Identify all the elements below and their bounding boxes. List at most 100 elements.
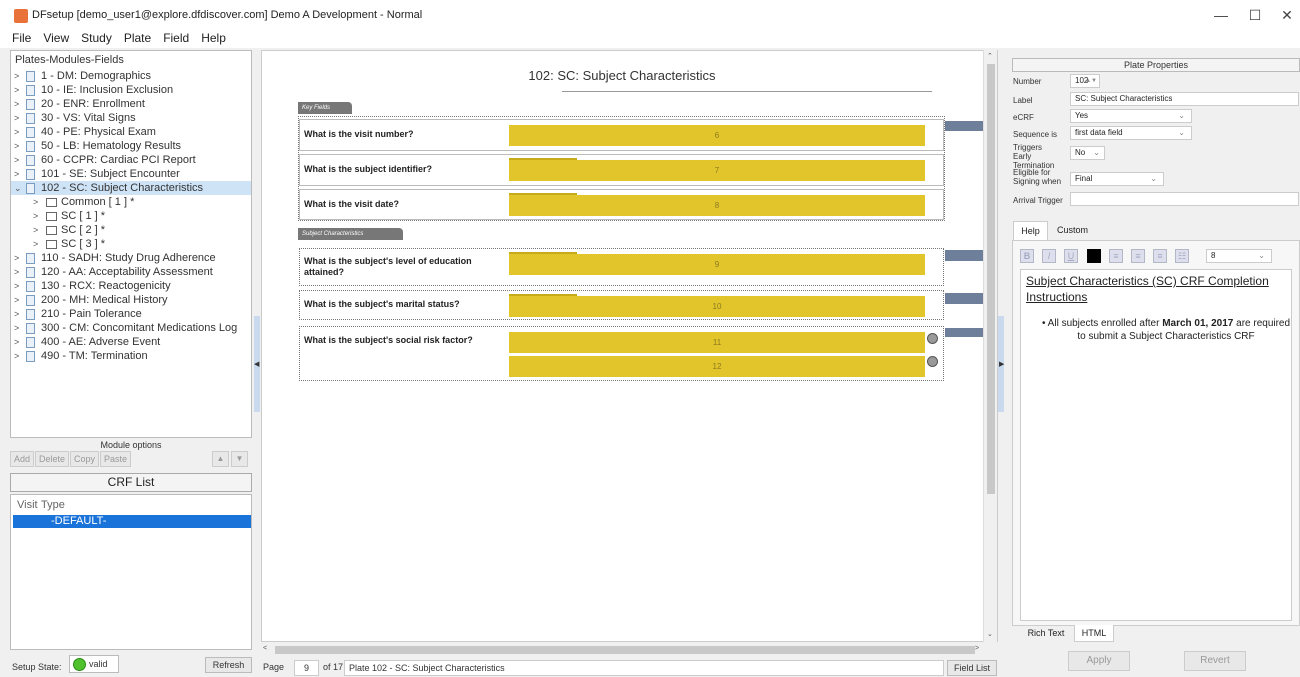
field-row-visit[interactable]: What is the visit number? 6 (299, 119, 944, 151)
text-color-icon[interactable] (1087, 249, 1101, 263)
chevron-right-icon[interactable]: > (14, 279, 24, 293)
move-down-button[interactable]: ▼ (231, 451, 248, 467)
field-row-education[interactable]: What is the subject's level of education… (299, 248, 944, 286)
field-row-subject[interactable]: What is the subject identifier? 7 (299, 154, 944, 186)
tree-item-plate-110[interactable]: >110 - SADH: Study Drug Adherence (11, 251, 251, 265)
crf-list-row[interactable]: -DEFAULT- (13, 515, 251, 528)
plate-label-input[interactable]: SC: Subject Characteristics (1070, 92, 1299, 106)
menu-plate[interactable]: Plate (118, 30, 157, 46)
section-tab-subject-characteristics[interactable]: Subject Characteristics (298, 228, 403, 240)
chevron-right-icon[interactable]: > (14, 83, 24, 97)
spin-arrows-icon[interactable]: ▲▼ (1085, 75, 1097, 87)
chevron-right-icon[interactable]: > (14, 321, 24, 335)
tree-item-plate-1[interactable]: >1 - DM: Demographics (11, 69, 251, 83)
tree-item-module-sc1[interactable]: > SC [ 1 ] * (11, 209, 251, 223)
tree-item-plate-20[interactable]: >20 - ENR: Enrollment (11, 97, 251, 111)
collapse-right-icon[interactable]: ▶ (999, 360, 1004, 368)
apply-button[interactable]: Apply (1068, 651, 1130, 671)
scroll-right-icon[interactable]: > (975, 645, 979, 652)
eligible-select[interactable]: Final ⌄ (1070, 172, 1164, 186)
vertical-scroll-thumb[interactable] (987, 64, 995, 494)
italic-icon[interactable]: I (1042, 249, 1056, 263)
underline-icon[interactable]: U (1064, 249, 1078, 263)
field-input-10[interactable]: 10 (509, 296, 925, 317)
tree-item-plate-60[interactable]: >60 - CCPR: Cardiac PCI Report (11, 153, 251, 167)
bold-icon[interactable]: B (1020, 249, 1034, 263)
tree-item-module-sc2[interactable]: > SC [ 2 ] * (11, 223, 251, 237)
tree-item-plate-102[interactable]: ⌄ 102 - SC: Subject Characteristics (11, 181, 251, 195)
tree-item-plate-490[interactable]: >490 - TM: Termination (11, 349, 251, 363)
tab-html[interactable]: HTML (1074, 625, 1114, 642)
add-module-button[interactable]: Add (10, 451, 35, 467)
scroll-up-icon[interactable]: ⌃ (987, 52, 993, 60)
left-splitter-handle[interactable]: ◀ (254, 316, 260, 412)
field-input-6[interactable]: 6 (509, 125, 925, 146)
move-up-button[interactable]: ▲ (212, 451, 229, 467)
page-number-input[interactable]: 9 (294, 660, 319, 676)
horizontal-scroll-thumb[interactable] (275, 646, 975, 654)
vertical-scrollbar[interactable]: ⌃ ⌄ (983, 50, 997, 642)
tab-custom[interactable]: Custom (1050, 221, 1095, 240)
list-icon[interactable]: ☷ (1175, 249, 1189, 263)
horizontal-scrollbar[interactable]: < > (261, 643, 983, 657)
menu-view[interactable]: View (37, 30, 75, 46)
delete-module-button[interactable]: Delete (35, 451, 70, 467)
field-row-marital[interactable]: What is the subject's marital status? 10 (299, 290, 944, 320)
indent-icon[interactable]: ≡ (1131, 249, 1145, 263)
number-spinbox[interactable]: 102 ▲▼ (1070, 74, 1100, 88)
tree-item-plate-400[interactable]: >400 - AE: Adverse Event (11, 335, 251, 349)
tree-item-plate-210[interactable]: >210 - Pain Tolerance (11, 307, 251, 321)
chevron-right-icon[interactable]: > (33, 195, 43, 209)
chevron-right-icon[interactable]: > (14, 265, 24, 279)
chevron-right-icon[interactable]: > (33, 223, 43, 237)
chevron-right-icon[interactable]: > (14, 293, 24, 307)
crf-column-visit[interactable]: Visit (17, 499, 38, 511)
field-input-7[interactable]: 7 (509, 160, 925, 181)
scroll-left-icon[interactable]: < (263, 645, 267, 652)
tree-item-module-sc3[interactable]: > SC [ 3 ] * (11, 237, 251, 251)
help-text-document[interactable]: Subject Characteristics (SC) CRF Complet… (1020, 269, 1292, 621)
sequence-select[interactable]: first data field ⌄ (1070, 126, 1192, 140)
chevron-right-icon[interactable]: > (14, 97, 24, 111)
align-icon[interactable]: ≡ (1109, 249, 1123, 263)
chevron-right-icon[interactable]: > (33, 237, 43, 251)
chevron-right-icon[interactable]: > (14, 69, 24, 83)
menu-field[interactable]: Field (157, 30, 195, 46)
tab-rich-text[interactable]: Rich Text (1022, 625, 1070, 642)
scroll-down-icon[interactable]: ⌄ (987, 630, 993, 638)
field-input-12[interactable]: 12 (509, 356, 925, 377)
tree-item-plate-30[interactable]: >30 - VS: Vital Signs (11, 111, 251, 125)
chevron-right-icon[interactable]: > (14, 139, 24, 153)
chevron-right-icon[interactable]: > (14, 307, 24, 321)
field-input-11[interactable]: 11 (509, 332, 925, 353)
menu-help[interactable]: Help (195, 30, 232, 46)
arrival-trigger-input[interactable] (1070, 192, 1299, 206)
field-row-risk[interactable]: What is the subject's social risk factor… (299, 326, 944, 381)
paste-module-button[interactable]: Paste (100, 451, 132, 467)
tree-item-plate-50[interactable]: >50 - LB: Hematology Results (11, 139, 251, 153)
maximize-button[interactable]: ☐ (1240, 4, 1270, 26)
chevron-down-icon[interactable]: ⌄ (14, 181, 24, 195)
outdent-icon[interactable]: ≡ (1153, 249, 1167, 263)
field-list-button[interactable]: Field List (947, 660, 997, 676)
chevron-right-icon[interactable]: > (14, 153, 24, 167)
collapse-left-icon[interactable]: ◀ (254, 360, 259, 368)
right-splitter-handle[interactable]: ▶ (998, 316, 1004, 412)
refresh-button[interactable]: Refresh (205, 657, 252, 673)
chevron-right-icon[interactable]: > (33, 209, 43, 223)
tree-item-plate-101[interactable]: >101 - SE: Subject Encounter (11, 167, 251, 181)
triggers-select[interactable]: No ⌄ (1070, 146, 1105, 160)
field-row-date[interactable]: What is the visit date? 8 (299, 189, 944, 220)
field-input-9[interactable]: 9 (509, 254, 925, 275)
menu-study[interactable]: Study (75, 30, 118, 46)
tab-help[interactable]: Help (1013, 221, 1048, 240)
tree-item-plate-10[interactable]: >10 - IE: Inclusion Exclusion (11, 83, 251, 97)
font-size-select[interactable]: 8 ⌄ (1206, 249, 1272, 263)
revert-button[interactable]: Revert (1184, 651, 1246, 671)
tree-item-plate-130[interactable]: >130 - RCX: Reactogenicity (11, 279, 251, 293)
chevron-right-icon[interactable]: > (14, 251, 24, 265)
copy-module-button[interactable]: Copy (70, 451, 100, 467)
crf-column-type[interactable]: Type (41, 499, 65, 511)
menu-file[interactable]: File (0, 30, 37, 46)
field-handle-icon[interactable] (927, 356, 938, 367)
